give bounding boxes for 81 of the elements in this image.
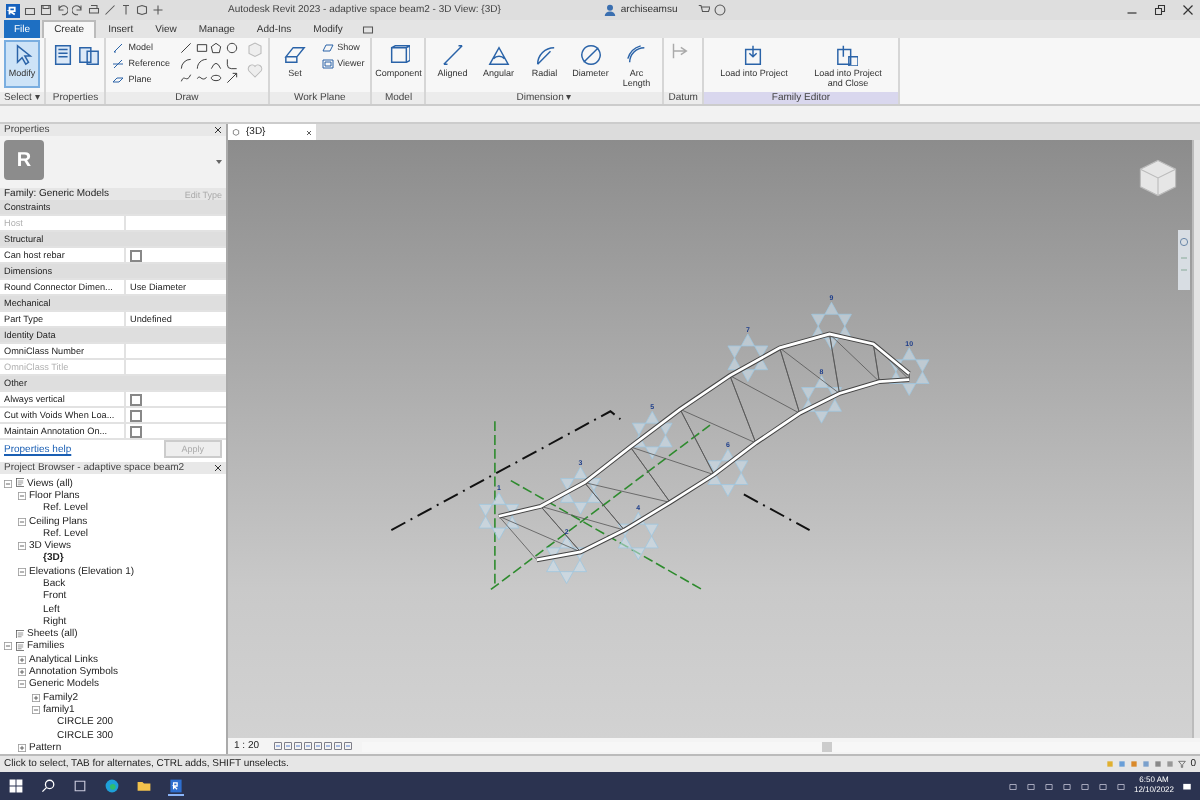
expand-toggle[interactable]: [18, 743, 26, 752]
view-control-icon[interactable]: [343, 742, 352, 750]
panel-toggle-icon[interactable]: [362, 23, 375, 35]
expand-toggle[interactable]: [18, 680, 26, 689]
category-icon: [15, 642, 24, 652]
view-control-icon[interactable]: [333, 742, 342, 750]
redo-icon[interactable]: [72, 4, 84, 16]
family-type-icon: R: [4, 140, 44, 180]
show-plane-icon: [321, 41, 334, 53]
line-tool-icon[interactable]: [180, 42, 193, 54]
cart-icon[interactable]: [697, 4, 710, 16]
save-icon[interactable]: [40, 4, 52, 16]
view-control-icon[interactable]: [273, 742, 282, 750]
category-icon: [15, 629, 24, 639]
model-line-icon: [112, 41, 125, 53]
help-icon[interactable]: [713, 4, 726, 16]
open-icon[interactable]: [24, 4, 36, 16]
expand-toggle[interactable]: [32, 693, 40, 702]
type-properties-icon: [77, 43, 100, 65]
view-control-icon[interactable]: [323, 742, 332, 750]
plane-icon: [112, 73, 125, 85]
view-control-icon[interactable]: [293, 742, 302, 750]
viewer-icon: [321, 57, 334, 69]
rectangle-tool-icon[interactable]: [195, 42, 208, 54]
properties-button[interactable]: [50, 40, 75, 68]
task-view-icon[interactable]: [72, 778, 88, 794]
app-logo-icon[interactable]: [168, 777, 184, 795]
polygon-tool-icon[interactable]: [210, 42, 223, 54]
print-icon[interactable]: [88, 4, 100, 16]
aligned-dimension-icon: [441, 44, 464, 66]
arc-length-icon: [625, 44, 648, 66]
close-icon[interactable]: [306, 129, 312, 135]
view-cube-icon[interactable]: [1136, 156, 1180, 200]
load-into-project-icon: [742, 44, 765, 66]
component-icon: [387, 44, 410, 66]
undo-icon[interactable]: [56, 4, 68, 16]
folder-icon[interactable]: [136, 778, 152, 794]
pick-lines-icon[interactable]: [225, 72, 238, 84]
vertical-scrollbar[interactable]: [1192, 140, 1200, 738]
radial-dimension-icon: [533, 44, 556, 66]
ellipse-tool-icon[interactable]: [210, 72, 223, 84]
expand-toggle[interactable]: [4, 642, 12, 651]
app-logo-icon[interactable]: [6, 3, 20, 17]
expand-toggle[interactable]: [18, 655, 26, 664]
expand-toggle[interactable]: [18, 542, 26, 551]
set-plane-icon: [284, 44, 307, 66]
browser-icon[interactable]: [104, 778, 120, 794]
dropdown-arrow-icon[interactable]: [216, 160, 222, 165]
load-and-close-icon: [836, 44, 859, 66]
expand-toggle[interactable]: [18, 491, 26, 500]
filter-icon[interactable]: [1178, 760, 1187, 768]
fillet-tool-icon[interactable]: [225, 57, 238, 69]
checkbox[interactable]: [130, 393, 142, 406]
expand-toggle[interactable]: [4, 479, 12, 488]
angular-dimension-icon: [487, 44, 510, 66]
view-control-icon[interactable]: [283, 742, 292, 750]
view-control-icon[interactable]: [313, 742, 322, 750]
expand-toggle[interactable]: [18, 567, 26, 576]
view-control-icon[interactable]: [303, 742, 312, 750]
cursor-icon: [11, 44, 33, 66]
search-icon[interactable]: [40, 778, 56, 794]
user-icon: [604, 4, 617, 16]
circle-tool-icon[interactable]: [225, 42, 238, 54]
expand-toggle[interactable]: [32, 705, 40, 714]
checkbox[interactable]: [130, 249, 142, 262]
text-icon[interactable]: [120, 4, 132, 16]
close-icon[interactable]: [214, 126, 222, 134]
restore-icon[interactable]: [1154, 4, 1166, 16]
properties-icon: [51, 43, 74, 65]
reference-line-icon: [112, 57, 125, 69]
checkbox[interactable]: [130, 425, 142, 438]
notification-icon[interactable]: [1182, 781, 1192, 791]
expand-toggle[interactable]: [18, 517, 26, 525]
expand-toggle[interactable]: [18, 668, 26, 677]
beam-model-drawing[interactable]: [478, 301, 930, 584]
windows-start-icon[interactable]: [8, 778, 24, 794]
checkbox[interactable]: [130, 409, 142, 422]
datum-icon[interactable]: [668, 40, 691, 62]
close-icon[interactable]: [1182, 4, 1194, 16]
close-icon[interactable]: [214, 464, 222, 473]
diameter-dimension-icon: [579, 44, 602, 66]
